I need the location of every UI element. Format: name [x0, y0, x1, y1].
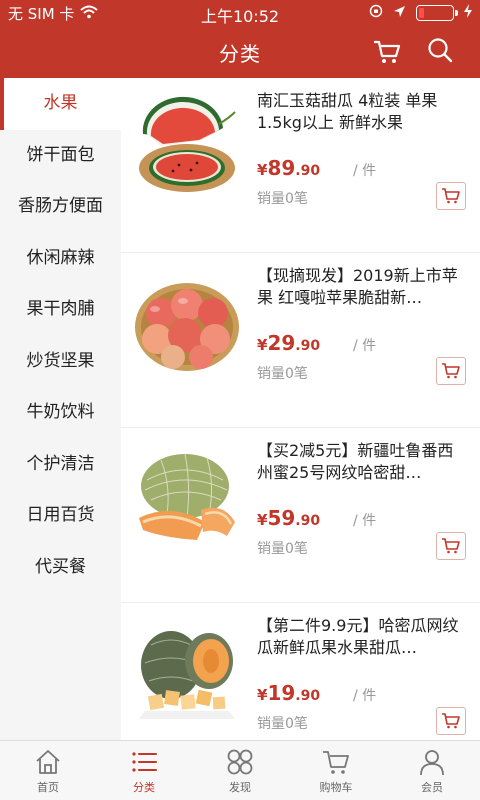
list-icon	[132, 752, 157, 772]
discover-icon	[227, 749, 253, 775]
product-name[interactable]: 【第二件9.9元】哈密瓜网纹瓜新鲜瓜果水果甜瓜…	[257, 615, 467, 659]
price-integer: 89	[267, 156, 296, 180]
tab-member[interactable]: 会员	[384, 741, 480, 800]
price-integer: 29	[267, 331, 296, 355]
location-icon	[393, 4, 406, 22]
product-image-cantaloupe[interactable]	[131, 440, 243, 552]
product-price: ¥29.90	[257, 331, 320, 355]
price-currency: ¥	[257, 686, 268, 704]
cart-icon	[323, 751, 349, 774]
product-item[interactable]: 【第二件9.9元】哈密瓜网纹瓜新鲜瓜果水果甜瓜… ¥19.90 / 件 销量0笔	[121, 603, 480, 740]
tab-label: 购物车	[319, 781, 353, 794]
price-decimal: .90	[295, 688, 321, 704]
price-decimal: .90	[295, 163, 321, 179]
price-decimal: .90	[295, 338, 321, 354]
cart-icon	[442, 538, 460, 554]
tab-label: 首页	[37, 781, 59, 794]
category-item-biscuits-bread[interactable]: 饼干面包	[0, 130, 121, 182]
home-icon	[36, 750, 60, 774]
search-icon[interactable]	[426, 36, 454, 64]
product-name[interactable]: 【现摘现发】2019新上市苹果 红嘎啦苹果脆甜新…	[257, 265, 467, 309]
category-item-fruit[interactable]: 水果	[0, 78, 121, 130]
category-item-dried-fruit-meat[interactable]: 果干肉脯	[0, 284, 121, 336]
price-currency: ¥	[257, 336, 268, 354]
product-price: ¥19.90	[257, 681, 320, 705]
category-item-daily-goods[interactable]: 日用百货	[0, 490, 121, 542]
battery-icon	[416, 5, 458, 21]
cart-icon	[442, 713, 460, 729]
tab-label: 发现	[229, 781, 251, 794]
category-item-spicy-snacks[interactable]: 休闲麻辣	[0, 233, 121, 285]
price-decimal: .90	[295, 513, 321, 529]
product-image-watermelon[interactable]	[131, 90, 243, 202]
tab-label: 会员	[421, 781, 443, 794]
sales-count: 销量0笔	[257, 366, 308, 382]
category-item-personal-care[interactable]: 个护清洁	[0, 439, 121, 491]
title-bar: 分类	[0, 26, 480, 78]
product-image-apples[interactable]	[131, 265, 243, 377]
charging-icon	[464, 4, 472, 22]
rotation-lock-icon	[369, 4, 383, 22]
product-price: ¥59.90	[257, 506, 320, 530]
product-item[interactable]: 南汇玉菇甜瓜 4粒装 单果1.5kg以上 新鲜水果 ¥89.90 / 件 销量0…	[121, 78, 480, 253]
bottom-tab-bar: 首页 分类 发现 购物车 会员	[0, 740, 480, 800]
product-name[interactable]: 【买2减5元】新疆吐鲁番西州蜜25号网纹哈密甜…	[257, 440, 467, 484]
user-icon	[420, 750, 444, 776]
add-to-cart-button[interactable]	[436, 182, 466, 210]
category-sidebar: 水果 饼干面包 香肠方便面 休闲麻辣 果干肉脯 炒货坚果 牛奶饮料 个护清洁 日…	[0, 78, 121, 740]
category-item-sausage-noodles[interactable]: 香肠方便面	[0, 181, 121, 233]
price-currency: ¥	[257, 511, 268, 529]
price-unit: / 件	[353, 513, 377, 529]
add-to-cart-button[interactable]	[436, 532, 466, 560]
price-unit: / 件	[353, 163, 377, 179]
app-header: 无 SIM 卡 上午10:52 分类	[0, 0, 480, 78]
tab-cart[interactable]: 购物车	[288, 741, 384, 800]
category-item-milk-drinks[interactable]: 牛奶饮料	[0, 387, 121, 439]
product-price: ¥89.90	[257, 156, 320, 180]
tab-category[interactable]: 分类	[96, 741, 192, 800]
category-item-meal-purchase[interactable]: 代买餐	[0, 542, 121, 594]
add-to-cart-button[interactable]	[436, 707, 466, 735]
category-item-nuts[interactable]: 炒货坚果	[0, 336, 121, 388]
price-unit: / 件	[353, 338, 377, 354]
product-list: 南汇玉菇甜瓜 4粒装 单果1.5kg以上 新鲜水果 ¥89.90 / 件 销量0…	[121, 78, 480, 740]
add-to-cart-button[interactable]	[436, 357, 466, 385]
price-integer: 19	[267, 681, 296, 705]
tab-label: 分类	[133, 781, 155, 794]
tab-discover[interactable]: 发现	[192, 741, 288, 800]
price-unit: / 件	[353, 688, 377, 704]
status-bar: 无 SIM 卡 上午10:52	[0, 0, 480, 26]
product-item[interactable]: 【现摘现发】2019新上市苹果 红嘎啦苹果脆甜新… ¥29.90 / 件 销量0…	[121, 253, 480, 428]
sales-count: 销量0笔	[257, 541, 308, 557]
price-integer: 59	[267, 506, 296, 530]
price-currency: ¥	[257, 161, 268, 179]
status-right	[369, 4, 472, 22]
product-item[interactable]: 【买2减5元】新疆吐鲁番西州蜜25号网纹哈密甜… ¥59.90 / 件 销量0笔	[121, 428, 480, 603]
tab-home[interactable]: 首页	[0, 741, 96, 800]
sales-count: 销量0笔	[257, 191, 308, 207]
product-name[interactable]: 南汇玉菇甜瓜 4粒装 单果1.5kg以上 新鲜水果	[257, 90, 467, 134]
sales-count: 销量0笔	[257, 716, 308, 732]
cart-icon	[442, 363, 460, 379]
cart-icon	[442, 188, 460, 204]
header-cart-icon[interactable]	[372, 38, 402, 66]
product-image-hami-melon[interactable]	[131, 615, 243, 727]
page-title: 分类	[219, 42, 261, 66]
